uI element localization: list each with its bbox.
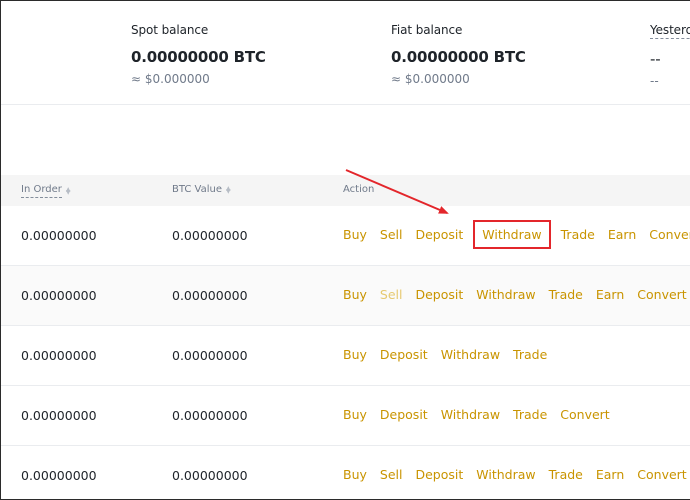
action-deposit-link[interactable]: Deposit <box>415 287 463 302</box>
action-deposit-link[interactable]: Deposit <box>415 227 463 242</box>
fiat-balance-fiat: ≈ $0.000000 <box>391 72 470 86</box>
spot-balance: Spot balance 0.00000000 BTC ≈ $0.000000 <box>131 23 266 86</box>
action-deposit-link[interactable]: Deposit <box>380 407 428 422</box>
action-buy-link[interactable]: Buy <box>343 347 367 362</box>
action-trade-link[interactable]: Trade <box>549 467 583 482</box>
yesterday-pnl: Yesterda -- -- <box>650 23 690 88</box>
fiat-balance-amount: 0.00000000 BTC <box>391 48 526 66</box>
action-earn-link[interactable]: Earn <box>596 467 624 482</box>
table-header: In Order ▲ ▼ BTC Value ▲ ▼ Action <box>1 175 690 206</box>
btc-value: 0.00000000 <box>172 288 248 303</box>
action-links: Buy Sell Deposit Withdraw Trade Earn Convert <box>343 220 690 249</box>
spot-balance-label: Spot balance <box>131 23 209 37</box>
in-order-value: 0.00000000 <box>21 228 97 243</box>
in-order-value: 0.00000000 <box>21 408 97 423</box>
action-convert-link[interactable]: Convert <box>649 227 690 242</box>
sort-icon[interactable]: ▲ ▼ <box>66 187 71 196</box>
action-deposit-link[interactable]: Deposit <box>380 347 428 362</box>
action-links: Buy Sell Deposit Withdraw Trade Earn Convert <box>343 287 690 302</box>
yesterday-pnl-amount: -- <box>650 50 661 68</box>
in-order-value: 0.00000000 <box>21 468 97 483</box>
action-earn-link[interactable]: Earn <box>596 287 624 302</box>
btc-value: 0.00000000 <box>172 468 248 483</box>
action-links: Buy Sell Deposit Withdraw Trade Earn Convert <box>343 467 690 482</box>
action-sell-link[interactable]: Sell <box>380 287 403 302</box>
column-header-in-order[interactable]: In Order ▲ ▼ <box>21 184 71 198</box>
action-buy-link[interactable]: Buy <box>343 467 367 482</box>
in-order-value: 0.00000000 <box>21 348 97 363</box>
action-sell-link[interactable]: Sell <box>380 467 403 482</box>
action-trade-link[interactable]: Trade <box>513 407 547 422</box>
yesterday-pnl-label[interactable]: Yesterda <box>650 23 690 39</box>
column-header-action-label: Action <box>343 184 375 195</box>
spot-balance-amount: 0.00000000 BTC <box>131 48 266 66</box>
column-header-btc-value-label: BTC Value <box>172 184 223 195</box>
balance-summary: Spot balance 0.00000000 BTC ≈ $0.000000 … <box>1 1 690 105</box>
action-convert-link[interactable]: Convert <box>637 287 686 302</box>
action-buy-link[interactable]: Buy <box>343 407 367 422</box>
action-withdraw-link[interactable]: Withdraw <box>441 407 500 422</box>
sort-icon[interactable]: ▲ ▼ <box>226 185 231 194</box>
spot-balance-fiat: ≈ $0.000000 <box>131 72 210 86</box>
action-deposit-link[interactable]: Deposit <box>415 467 463 482</box>
column-header-action: Action <box>343 184 374 195</box>
table-row: 0.00000000 0.00000000 Buy Sell Deposit Withdr… <box>1 206 690 266</box>
action-buy-link[interactable]: Buy <box>343 227 367 242</box>
btc-value: 0.00000000 <box>172 228 248 243</box>
column-header-btc-value[interactable]: BTC Value ▲ ▼ <box>172 184 231 195</box>
table-row: 0.00000000 0.00000000 Buy Deposit Withdraw Tr… <box>1 386 690 446</box>
action-trade-link[interactable]: Trade <box>513 347 547 362</box>
action-convert-link[interactable]: Convert <box>560 407 609 422</box>
fiat-balance-label: Fiat balance <box>391 23 463 37</box>
action-withdraw-link[interactable]: Withdraw <box>476 287 535 302</box>
action-buy-link[interactable]: Buy <box>343 287 367 302</box>
in-order-value: 0.00000000 <box>21 288 97 303</box>
action-withdraw-link[interactable]: Withdraw <box>476 467 535 482</box>
action-links: Buy Deposit Withdraw Trade Convert <box>343 407 623 422</box>
btc-value: 0.00000000 <box>172 408 248 423</box>
action-earn-link[interactable]: Earn <box>608 227 636 242</box>
action-trade-link[interactable]: Trade <box>561 227 595 242</box>
yesterday-pnl-fiat: -- <box>650 74 659 88</box>
table-row: 0.00000000 0.00000000 Buy Sell Deposit Withdr… <box>1 266 690 326</box>
action-convert-link[interactable]: Convert <box>637 467 686 482</box>
table-row: 0.00000000 0.00000000 Buy Deposit Withdraw Tr… <box>1 326 690 386</box>
btc-value: 0.00000000 <box>172 348 248 363</box>
action-withdraw-link[interactable]: Withdraw <box>441 347 500 362</box>
action-trade-link[interactable]: Trade <box>549 287 583 302</box>
action-withdraw-link[interactable]: Withdraw <box>473 220 551 249</box>
fiat-balance: Fiat balance 0.00000000 BTC ≈ $0.000000 <box>391 23 526 86</box>
table-row: 0.00000000 0.00000000 Buy Sell Deposit Withdr… <box>1 446 690 499</box>
action-links: Buy Deposit Withdraw Trade <box>343 347 560 362</box>
page-frame: Spot balance 0.00000000 BTC ≈ $0.000000 … <box>0 0 690 500</box>
column-header-in-order-label: In Order <box>21 184 62 198</box>
action-sell-link[interactable]: Sell <box>380 227 403 242</box>
